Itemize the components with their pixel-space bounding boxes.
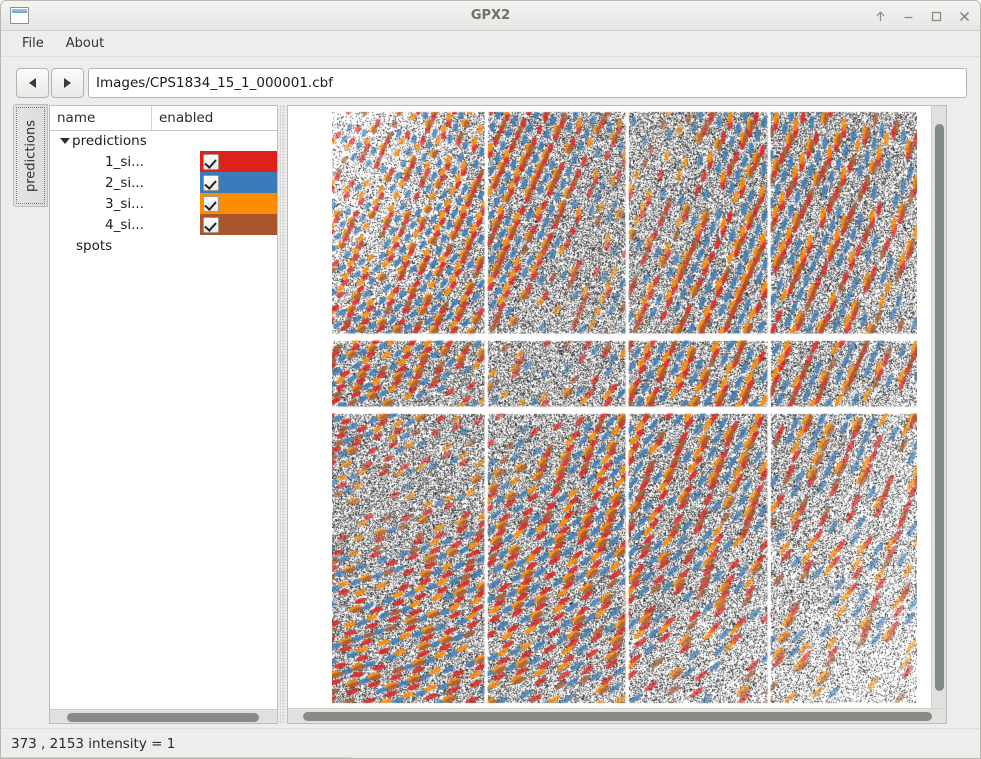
enabled-checkbox-4[interactable] (203, 216, 219, 233)
status-bar: 373 , 2153 intensity = 1 (1, 728, 980, 758)
image-vertical-scrollbar[interactable] (931, 106, 946, 709)
tab-predictions-label: predictions (23, 119, 38, 192)
minimize-button[interactable] (901, 9, 916, 24)
right-arrow-icon (64, 78, 71, 88)
left-arrow-icon (29, 78, 36, 88)
tree-horizontal-scrollbar[interactable] (50, 709, 277, 723)
panel-splitter[interactable] (278, 105, 287, 724)
forward-button[interactable] (51, 68, 84, 98)
main-body: predictions name enabled predictions 1_s… (1, 101, 980, 728)
scrollbar-thumb[interactable] (67, 713, 259, 722)
status-text: 373 , 2153 intensity = 1 (11, 736, 176, 752)
tree-row-label: 4_si... (105, 216, 144, 233)
image-view-panel (287, 105, 947, 724)
tree-row-label: 3_si... (105, 195, 144, 212)
tree-row-predictions[interactable]: predictions (50, 131, 277, 151)
color-swatch-3[interactable] (200, 193, 277, 214)
tree-row-label: spots (76, 237, 113, 254)
chevron-down-icon[interactable] (60, 138, 70, 144)
tree-rows: predictions 1_si... 2_si... 3_si... 4_si… (50, 131, 277, 709)
color-swatch-1[interactable] (200, 151, 277, 172)
scrollbar-thumb[interactable] (303, 712, 932, 721)
back-button[interactable] (16, 68, 49, 98)
diffraction-image[interactable] (332, 106, 917, 709)
tree-row-label: 1_si... (105, 153, 144, 170)
close-button[interactable] (957, 9, 972, 24)
scrollbar-thumb[interactable] (935, 124, 944, 691)
tree-header: name enabled (50, 106, 277, 131)
tree-row-2-si[interactable]: 2_si... (50, 172, 277, 193)
title-bar: GPX2 (1, 1, 980, 31)
color-swatch-4[interactable] (200, 214, 277, 235)
menu-bar: File About (1, 31, 980, 57)
application-window: GPX2 File About Images/CPS1834_15_1_0000… (0, 0, 981, 759)
tab-predictions[interactable]: predictions (13, 104, 48, 207)
shade-button[interactable] (873, 9, 888, 24)
image-horizontal-scrollbar[interactable] (288, 708, 946, 723)
window-controls (873, 1, 972, 31)
side-tab-strip: predictions (13, 104, 48, 207)
tree-row-3-si[interactable]: 3_si... (50, 193, 277, 214)
menu-item-about[interactable]: About (55, 33, 115, 54)
image-canvas-wrapper[interactable] (288, 106, 931, 709)
enabled-checkbox-2[interactable] (203, 174, 219, 191)
tree-row-label: 2_si... (105, 174, 144, 191)
predictions-tree-panel: name enabled predictions 1_si... 2_si... (49, 105, 278, 724)
enabled-checkbox-1[interactable] (203, 153, 219, 170)
enabled-checkbox-3[interactable] (203, 195, 219, 212)
menu-item-file[interactable]: File (11, 33, 55, 54)
column-header-name[interactable]: name (50, 106, 152, 130)
tree-row-4-si[interactable]: 4_si... (50, 214, 277, 235)
tree-row-1-si[interactable]: 1_si... (50, 151, 277, 172)
window-title: GPX2 (470, 8, 511, 23)
maximize-button[interactable] (929, 9, 944, 24)
image-path-input[interactable]: Images/CPS1834_15_1_000001.cbf (88, 68, 967, 98)
column-header-enabled[interactable]: enabled (152, 106, 276, 130)
tree-row-label: predictions (72, 133, 147, 149)
tree-row-spots[interactable]: spots (50, 235, 277, 256)
color-swatch-2[interactable] (200, 172, 277, 193)
